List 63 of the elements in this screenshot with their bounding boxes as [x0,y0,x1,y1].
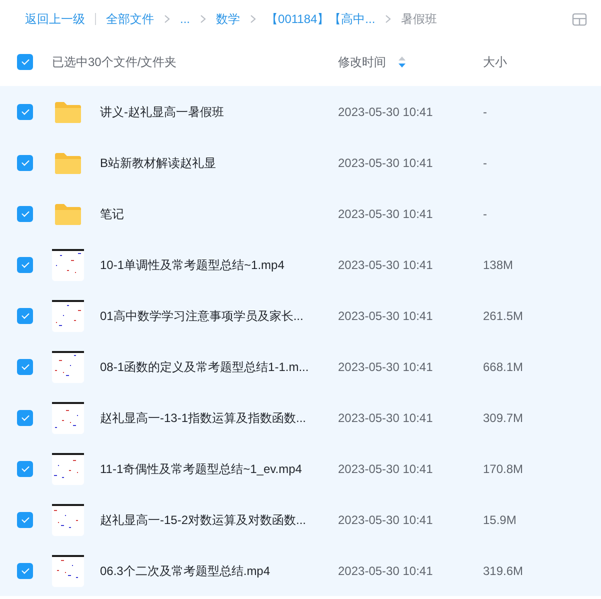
modified-time: 2023-05-30 10:41 [338,156,433,170]
sort-icon[interactable] [398,56,406,68]
file-name: 10-1单调性及常考题型总结~1.mp4 [100,258,284,272]
checkbox[interactable] [17,358,33,374]
checkbox[interactable] [17,562,33,578]
file-size: - [483,104,487,118]
file-name: 01高中数学学习注意事项学员及家长... [100,308,304,322]
file-size: 309.7M [483,410,524,424]
modified-time: 2023-05-30 10:41 [338,308,433,322]
file-row[interactable]: 06.3个二次及常考题型总结.mp4 2023-05-30 10:41 319.6M [0,545,601,596]
file-size: 138M [483,258,514,272]
file-row[interactable]: 01高中数学学习注意事项学员及家长... 2023-05-30 10:41 261.5M [0,290,601,341]
modified-time: 2023-05-30 10:41 [338,206,433,220]
modified-time: 2023-05-30 10:41 [338,512,433,526]
modified-time: 2023-05-30 10:41 [338,258,433,272]
chevron-icon [385,15,392,23]
file-size: - [483,156,487,170]
modified-time: 2023-05-30 10:41 [338,410,433,424]
column-header[interactable]: 修改时间 [338,54,386,70]
file-name: 讲义-赵礼显高一暑假班 [100,104,224,118]
file-size: 261.5M [483,308,524,322]
chevron-icon [250,15,256,23]
checkbox[interactable] [17,54,33,70]
checkbox[interactable] [17,308,33,324]
modified-time: 2023-05-30 10:41 [338,360,433,374]
file-size: 668.1M [483,360,524,374]
file-size: 15.9M [483,512,516,526]
file-name: 06.3个二次及常考题型总结.mp4 [100,564,270,578]
file-row[interactable]: B站新教材解读赵礼显 2023-05-30 10:41 - [0,137,601,188]
file-name: 赵礼显高一-15-2对数运算及对数函数... [100,512,306,526]
checkbox[interactable] [17,460,33,476]
folder-icon [54,202,82,226]
checkbox[interactable] [17,512,33,528]
file-name: 11-1奇偶性及常考题型总结~1_ev.mp4 [100,462,302,476]
file-name: B站新教材解读赵礼显 [100,156,216,170]
modified-time: 2023-05-30 10:41 [338,462,433,476]
file-size: 170.8M [483,462,524,476]
file-size: 319.6M [483,564,524,578]
file-row[interactable]: 赵礼显高一-13-1指数运算及指数函数... 2023-05-30 10:41 309.7M [0,392,601,443]
modified-time: 2023-05-30 10:41 [338,104,433,118]
checkbox[interactable] [17,104,33,120]
file-row[interactable]: 10-1单调性及常考题型总结~1.mp4 2023-05-30 10:41 138M [0,239,601,290]
file-name: 08-1函数的定义及常考题型总结1-1.m... [100,360,309,374]
column-header[interactable]: 大小 [483,55,507,69]
folder-icon [54,100,82,124]
chevron-icon [164,15,170,23]
file-row[interactable]: 笔记 2023-05-30 10:41 - [0,188,601,239]
chevron-icon [200,15,206,23]
checkbox[interactable] [17,410,33,426]
grid-view-icon[interactable] [572,12,587,26]
folder-icon [54,150,82,174]
file-name: 赵礼显高一-13-1指数运算及指数函数... [100,410,306,424]
selection-summary: 已选中30个文件/文件夹 [52,55,177,69]
file-name: 笔记 [100,206,124,220]
file-row[interactable]: 赵礼显高一-15-2对数运算及对数函数... 2023-05-30 10:41 15.9M [0,494,601,545]
checkbox[interactable] [17,206,33,222]
file-size: - [483,206,487,220]
file-row[interactable]: 08-1函数的定义及常考题型总结1-1.m... 2023-05-30 10:41 668.1M [0,341,601,392]
file-row[interactable]: 讲义-赵礼显高一暑假班 2023-05-30 10:41 - [0,86,601,137]
checkbox[interactable] [17,256,33,272]
checkbox[interactable] [17,154,33,170]
modified-time: 2023-05-30 10:41 [338,564,433,578]
file-row[interactable]: 11-1奇偶性及常考题型总结~1_ev.mp4 2023-05-30 10:41 170.8M [0,443,601,494]
